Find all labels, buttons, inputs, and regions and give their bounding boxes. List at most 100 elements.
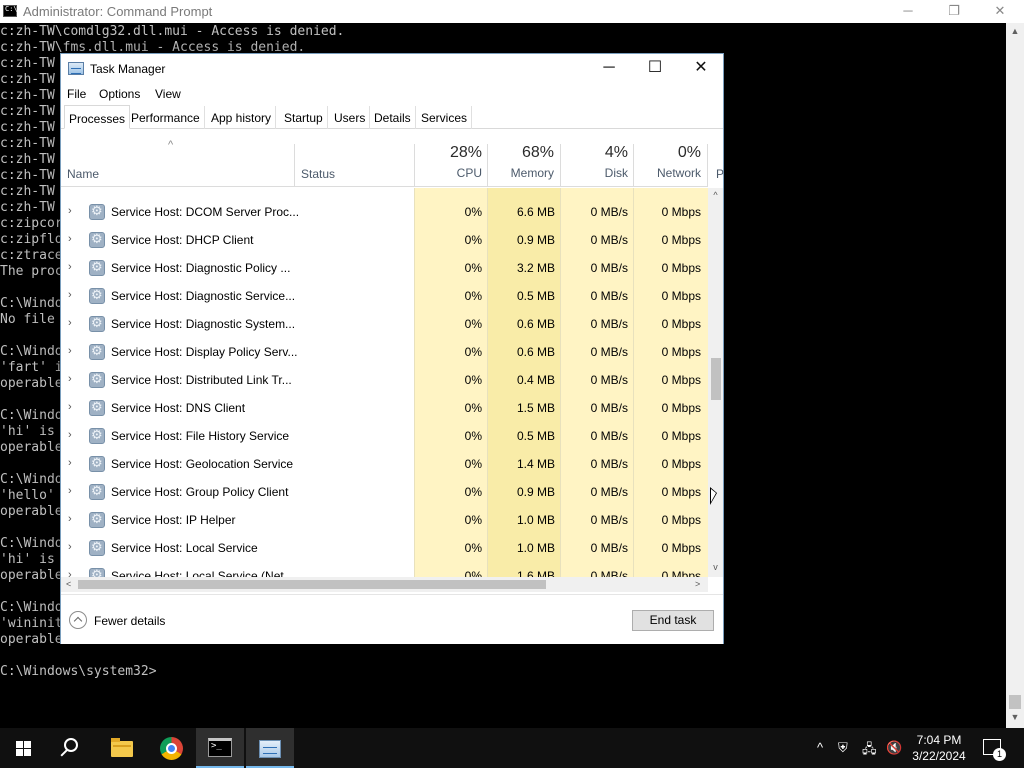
expand-chevron-icon[interactable]: ›: [68, 233, 72, 245]
process-list[interactable]: › Service Host: DCOM Server Proc... 0% 6.6 …: [61, 188, 708, 577]
volume-muted-icon[interactable]: 🔇: [886, 740, 902, 756]
process-name: Service Host: Local Service: [111, 541, 258, 555]
tab-performance[interactable]: Performance: [127, 106, 205, 129]
expand-chevron-icon[interactable]: ›: [68, 541, 72, 553]
process-disk: 0 MB/s: [590, 205, 628, 219]
vertical-scroll-thumb[interactable]: [711, 358, 721, 400]
process-network: 0 Mbps: [661, 373, 701, 387]
process-row[interactable]: › Service Host: IP Helper 0% 1.0 MB 0 MB/s 0 …: [61, 506, 708, 534]
menu-options[interactable]: Options: [99, 87, 140, 101]
tab-startup[interactable]: Startup: [280, 106, 328, 129]
cmd-close-button[interactable]: ✕: [977, 0, 1023, 23]
tab-details[interactable]: Details: [370, 106, 416, 129]
scroll-left-arrow[interactable]: <: [66, 577, 71, 592]
cmd-titlebar[interactable]: Administrator: Command Prompt ─ ❐ ✕: [0, 0, 1024, 23]
tab-services[interactable]: Services: [417, 106, 473, 129]
security-shield-icon[interactable]: ⛨: [838, 740, 848, 756]
process-disk: 0 MB/s: [590, 373, 628, 387]
expand-chevron-icon[interactable]: ›: [68, 205, 72, 217]
task-manager-title: Task Manager: [90, 62, 166, 76]
tab-processes[interactable]: Processes: [64, 105, 131, 129]
service-gear-icon: [89, 343, 105, 360]
process-row[interactable]: › Service Host: File History Service 0% 0.5…: [61, 422, 708, 450]
process-row[interactable]: › Service Host: DCOM Server Proc... 0% 6.6 …: [61, 198, 708, 226]
process-row[interactable]: › Service Host: Distributed Link Tr... 0% 0…: [61, 366, 708, 394]
collapse-chevron-icon[interactable]: [69, 611, 87, 629]
expand-chevron-icon[interactable]: ›: [68, 513, 72, 525]
process-network: 0 Mbps: [661, 233, 701, 247]
expand-chevron-icon[interactable]: ›: [68, 345, 72, 357]
process-row[interactable]: › Service Host: Diagnostic Policy ... 0% 3.…: [61, 254, 708, 282]
process-row[interactable]: › Service Host: Geolocation Service 0% 1.4 …: [61, 450, 708, 478]
cmd-scroll-thumb[interactable]: [1009, 695, 1021, 709]
process-row[interactable]: › Service Host: Diagnostic System... 0% 0.6…: [61, 310, 708, 338]
scroll-down-arrow[interactable]: v: [708, 562, 723, 572]
column-header-name[interactable]: Name: [67, 167, 99, 181]
process-row[interactable]: › Service Host: Diagnostic Service... 0% 0.…: [61, 282, 708, 310]
fewer-details-link[interactable]: Fewer details: [94, 614, 165, 628]
tab-app-history[interactable]: App history: [207, 106, 277, 129]
task-manager-titlebar[interactable]: Task Manager ─ ☐ ✕: [61, 54, 723, 84]
scroll-up-arrow[interactable]: ^: [708, 190, 723, 200]
expand-chevron-icon[interactable]: ›: [68, 373, 72, 385]
process-memory: 1.0 MB: [516, 513, 555, 527]
network-icon[interactable]: 🖧: [862, 740, 877, 762]
start-button[interactable]: [0, 728, 48, 768]
process-row[interactable]: › Service Host: Group Policy Client 0% 0.9 …: [61, 478, 708, 506]
process-row[interactable]: › Service Host: Display Policy Serv... 0% 0…: [61, 338, 708, 366]
process-row[interactable]: › Service Host: Local Service 0% 1.0 MB 0 MB…: [61, 534, 708, 562]
chrome-button[interactable]: [148, 728, 196, 768]
tm-minimize-button[interactable]: ─: [586, 54, 632, 84]
process-row[interactable]: › Service Host: DHCP Client 0% 0.9 MB 0 MB/s…: [61, 226, 708, 254]
expand-chevron-icon[interactable]: ›: [68, 401, 72, 413]
cmd-scroll-up-arrow[interactable]: ▲: [1006, 23, 1024, 40]
process-row[interactable]: › Service Host: DNS Client 0% 1.5 MB 0 MB/s 0…: [61, 394, 708, 422]
tm-close-button[interactable]: ✕: [678, 54, 724, 84]
service-gear-icon: [89, 399, 105, 416]
cmd-minimize-button[interactable]: ─: [885, 0, 931, 23]
process-memory: 3.2 MB: [516, 261, 555, 275]
column-header-status[interactable]: Status: [301, 167, 335, 181]
process-memory: 1.6 MB: [516, 569, 555, 577]
column-header-network[interactable]: 0% Network: [629, 144, 701, 180]
horizontal-scroll-thumb[interactable]: [78, 580, 546, 589]
scroll-right-arrow[interactable]: >: [695, 577, 700, 592]
end-task-button[interactable]: End task: [632, 610, 714, 631]
expand-chevron-icon[interactable]: ›: [68, 457, 72, 469]
task-manager-taskbar-button[interactable]: [246, 728, 294, 768]
expand-chevron-icon[interactable]: ›: [68, 289, 72, 301]
system-clock[interactable]: 7:04 PM 3/22/2024: [907, 732, 971, 764]
expand-chevron-icon[interactable]: ›: [68, 261, 72, 273]
expand-chevron-icon[interactable]: ›: [68, 429, 72, 441]
expand-chevron-icon[interactable]: ›: [68, 569, 72, 577]
column-divider[interactable]: [294, 144, 295, 186]
process-name: Service Host: Geolocation Service: [111, 457, 294, 471]
process-name: Service Host: DHCP Client: [111, 233, 254, 247]
command-prompt-taskbar-button[interactable]: [196, 728, 244, 768]
process-name: Service Host: File History Service: [111, 429, 290, 443]
expand-chevron-icon[interactable]: ›: [68, 485, 72, 497]
process-list-vertical-scrollbar[interactable]: ^ v: [708, 188, 723, 577]
search-button[interactable]: [48, 728, 96, 768]
menu-view[interactable]: View: [155, 87, 181, 101]
expand-chevron-icon[interactable]: ›: [68, 317, 72, 329]
service-gear-icon: [89, 287, 105, 304]
process-row[interactable]: › Service Host: Local Service (Net... 0% 1.…: [61, 562, 708, 577]
file-explorer-button[interactable]: [98, 728, 146, 768]
show-hidden-icons-chevron[interactable]: ^: [817, 740, 823, 755]
cmd-restore-button[interactable]: ❐: [931, 0, 977, 23]
cmd-vertical-scrollbar[interactable]: ▲ ▼: [1006, 23, 1024, 728]
column-header-memory[interactable]: 68% Memory: [482, 144, 554, 180]
cmd-scroll-down-arrow[interactable]: ▼: [1006, 709, 1024, 726]
menu-file[interactable]: File: [67, 87, 86, 101]
column-divider[interactable]: [707, 144, 708, 186]
process-name: Service Host: Diagnostic Policy ...: [111, 261, 291, 275]
column-header-disk[interactable]: 4% Disk: [556, 144, 628, 180]
network-total-percent: 0%: [677, 144, 701, 161]
column-header-cpu[interactable]: 28% CPU: [410, 144, 482, 180]
tm-maximize-button[interactable]: ☐: [632, 54, 678, 84]
column-header-power-partial[interactable]: P: [716, 167, 724, 181]
tab-users[interactable]: Users: [330, 106, 371, 129]
service-gear-icon: [89, 259, 105, 276]
process-list-horizontal-scrollbar[interactable]: < >: [61, 577, 708, 592]
